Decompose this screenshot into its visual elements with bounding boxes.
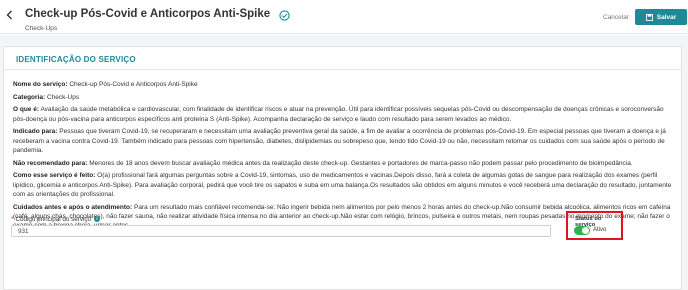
page-title: Check-up Pós-Covid e Anticorpos Anti-Spi… <box>25 7 271 20</box>
title-block: Check-up Pós-Covid e Anticorpos Anti-Spi… <box>25 5 290 32</box>
required-mark: * <box>11 216 14 223</box>
detail-name: Nome do serviço: Check-up Pós-Covid e An… <box>13 81 198 88</box>
detail-indicated-for: Indicado para: Pessoas que tiveram Covid… <box>13 128 666 154</box>
verified-check-icon <box>278 8 290 21</box>
save-button[interactable]: Salvar <box>635 9 687 25</box>
service-card: IDENTIFICAÇÃO DO SERVIÇO Nome do serviço… <box>3 46 682 290</box>
section-divider <box>4 69 681 70</box>
code-field-label-text: Código principal do serviço <box>15 216 92 223</box>
info-icon[interactable]: i <box>94 216 101 223</box>
back-arrow-icon[interactable] <box>4 9 18 23</box>
cancel-button[interactable]: Cancelar <box>603 14 629 21</box>
detail-what-is: O que é: Avaliação da saúde metabólica e… <box>13 106 664 123</box>
section-title: IDENTIFICAÇÃO DO SERVIÇO <box>16 55 136 64</box>
status-toggle-text: Ativo <box>593 227 607 233</box>
toggle-knob <box>582 227 589 234</box>
detail-how-done: Como esse serviço é feito: O(a) profissi… <box>13 172 672 198</box>
detail-category: Categoria: Check-Ups <box>13 93 80 101</box>
page-subtitle: Check-Ups <box>25 25 58 32</box>
status-panel: Status do serviço Ativo <box>566 211 623 240</box>
save-button-label: Salvar <box>656 13 677 21</box>
status-toggle[interactable] <box>574 226 590 235</box>
save-icon <box>645 13 653 21</box>
detail-not-recommended: Não recomendado para: Menores de 18 anos… <box>13 159 633 167</box>
page-header: Check-up Pós-Covid e Anticorpos Anti-Spi… <box>0 0 688 34</box>
code-field-label: * Código principal do serviço i <box>11 216 101 223</box>
code-input[interactable] <box>11 225 551 237</box>
